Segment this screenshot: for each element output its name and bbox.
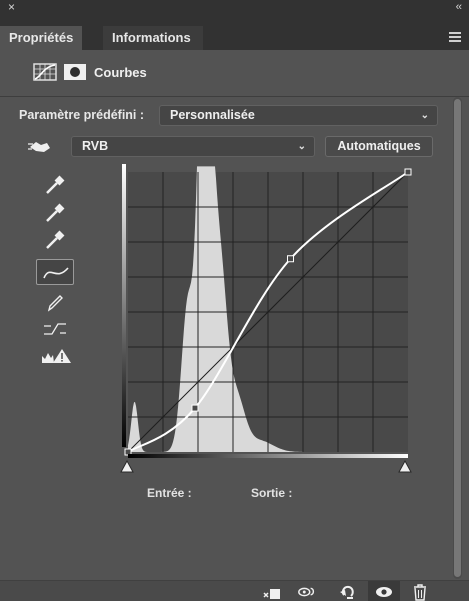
bottom-toolbar — [0, 580, 469, 601]
tab-informations[interactable]: Informations — [103, 26, 203, 50]
panel-menu-icon[interactable] — [449, 32, 461, 42]
pencil-draw-icon[interactable] — [45, 293, 65, 313]
mask-icon[interactable] — [63, 63, 87, 81]
divider — [0, 96, 469, 97]
curve-point-tool-icon — [43, 267, 69, 279]
curve-control-point[interactable] — [191, 404, 199, 412]
visibility-toggle[interactable] — [368, 581, 400, 601]
targeted-adjustment-icon[interactable] — [27, 139, 53, 155]
curve-point-tool[interactable] — [36, 259, 74, 285]
curves-adjustment-icon — [33, 63, 57, 81]
channel-value: RVB — [82, 139, 109, 153]
panel-title-bar: × ‹‹ — [0, 0, 469, 26]
chevron-down-icon: ⌄ — [420, 110, 429, 121]
clip-to-layer-icon[interactable] — [262, 583, 282, 601]
preset-label: Paramètre prédéfini : — [19, 108, 145, 122]
curve-control-point[interactable] — [287, 255, 295, 263]
collapse-panel-icon[interactable]: ‹‹ — [456, 1, 462, 13]
curves-graph[interactable] — [113, 164, 418, 480]
clipping-warning-icon[interactable] — [40, 347, 72, 365]
scrollbar[interactable] — [453, 97, 462, 579]
channel-dropdown[interactable]: RVB ⌄ — [71, 136, 315, 157]
visibility-eye-icon — [376, 587, 392, 597]
panel-tab-bar: Propriétés Informations — [0, 26, 469, 50]
delete-trash-icon[interactable] — [410, 583, 430, 601]
adjustment-header: Courbes — [0, 50, 469, 94]
gray-point-eyedropper-icon[interactable] — [44, 202, 66, 224]
adjustment-title: Courbes — [94, 65, 147, 80]
input-gradient-bar — [128, 454, 408, 458]
preset-value: Personnalisée — [170, 108, 255, 122]
preset-dropdown[interactable]: Personnalisée ⌄ — [159, 105, 438, 126]
output-gradient-bar — [122, 164, 126, 447]
white-point-eyedropper-icon[interactable] — [44, 229, 66, 251]
smooth-curve-icon[interactable] — [42, 320, 68, 338]
black-point-slider[interactable] — [120, 459, 134, 473]
curve-control-point[interactable] — [404, 168, 412, 176]
close-panel-icon[interactable]: × — [8, 1, 15, 13]
tab-proprietes[interactable]: Propriétés — [0, 26, 83, 50]
input-label: Entrée : — [147, 486, 192, 500]
reset-adjustments-icon[interactable] — [338, 583, 358, 601]
view-previous-state-icon[interactable] — [297, 583, 317, 601]
black-point-eyedropper-icon[interactable] — [44, 174, 66, 196]
scrollbar-thumb[interactable] — [454, 99, 461, 577]
white-point-slider[interactable] — [398, 459, 412, 473]
chevron-down-icon: ⌄ — [297, 141, 306, 152]
output-label: Sortie : — [251, 486, 293, 500]
auto-button[interactable]: Automatiques — [325, 136, 433, 157]
